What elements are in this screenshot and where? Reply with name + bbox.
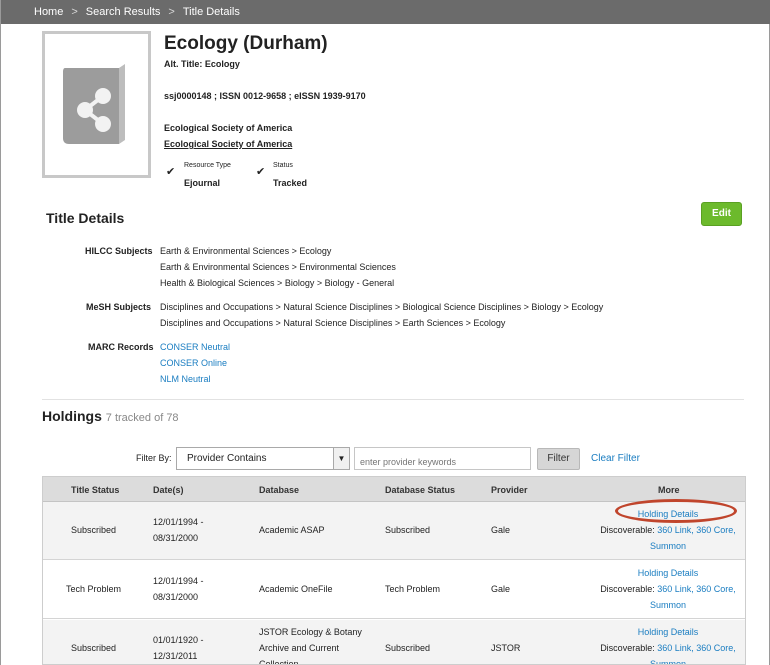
mesh-subject: Disciplines and Occupations > Natural Sc…	[160, 302, 604, 312]
column-header-title-status[interactable]: Title Status	[71, 485, 119, 495]
marc-records-label: MARC Records	[88, 342, 154, 352]
breadcrumb-current: Title Details	[182, 6, 240, 18]
column-header-provider[interactable]: Provider	[491, 485, 528, 495]
column-header-more: More	[658, 485, 680, 495]
date-to-cell: 12/31/2011	[153, 651, 198, 661]
hilcc-subject: Earth & Environmental Sciences > Ecology	[160, 246, 332, 256]
journal-book-share-icon	[63, 64, 125, 144]
discoverable-line: Discoverable: 360 Link, 360 Core,	[593, 522, 743, 538]
holding-details-link[interactable]: Holding Details	[593, 624, 743, 640]
resource-type-label: Resource Type	[184, 162, 231, 169]
title-status-cell: Subscribed	[71, 525, 117, 535]
date-from-cell: 12/01/1994 -	[153, 576, 204, 586]
database-link[interactable]: JSTOR Ecology & Botany	[259, 624, 362, 640]
holdings-heading: Holdings 7 tracked of 78	[42, 408, 179, 424]
table-row: Subscribed 01/01/1920 - 12/31/2011 JSTOR…	[43, 620, 745, 664]
resource-type-value: Ejournal	[184, 178, 221, 188]
marc-record-link[interactable]: NLM Neutral	[160, 374, 211, 384]
filter-button[interactable]: Filter	[537, 448, 580, 470]
discoverable-label: Discoverable:	[600, 584, 655, 594]
mesh-subject: Disciplines and Occupations > Natural Sc…	[160, 318, 506, 328]
discoverable-line: Discoverable: 360 Link, 360 Core,	[593, 581, 743, 597]
column-header-database[interactable]: Database	[259, 485, 299, 495]
database-link[interactable]: Academic ASAP	[259, 522, 325, 538]
column-header-database-status[interactable]: Database Status	[385, 485, 455, 495]
provider-link[interactable]: Gale	[491, 581, 510, 597]
date-to-cell: 08/31/2000	[153, 592, 199, 602]
column-header-dates[interactable]: Date(s)	[153, 485, 184, 495]
resource-type-check-icon: ✔	[166, 166, 176, 178]
holdings-count: 7 tracked of 78	[105, 412, 179, 424]
provider-keyword-input[interactable]	[354, 447, 531, 470]
database-link[interactable]: Academic OneFile	[259, 581, 333, 597]
publisher: Ecological Society of America	[164, 123, 293, 133]
status-value: Tracked	[273, 178, 308, 188]
filter-type-select[interactable]: Provider Contains ▼	[176, 447, 350, 470]
marc-record-link[interactable]: CONSER Neutral	[160, 342, 230, 352]
discoverable-label: Discoverable:	[600, 643, 655, 653]
breadcrumb-home[interactable]: Home	[34, 6, 63, 18]
breadcrumb-search-results[interactable]: Search Results	[86, 6, 161, 18]
discoverable-label: Discoverable:	[600, 525, 655, 535]
database-status-cell: Subscribed	[385, 643, 431, 653]
hilcc-subject: Health & Biological Sciences > Biology >…	[160, 278, 395, 288]
database-link-line2[interactable]: Archive and Current	[259, 640, 339, 656]
database-status-cell: Tech Problem	[385, 584, 441, 594]
breadcrumb-separator: >	[71, 6, 78, 18]
holdings-title: Holdings	[42, 408, 102, 424]
discoverable-links[interactable]: 360 Link, 360 Core,	[657, 525, 736, 535]
title-status-cell: Tech Problem	[66, 584, 122, 594]
discoverable-summon-link[interactable]: Summon	[593, 597, 743, 613]
filter-by-label: Filter By:	[136, 453, 172, 463]
hilcc-subjects-label: HILCC Subjects	[85, 246, 153, 256]
identifiers: ssj0000148 ; ISSN 0012-9658 ; eISSN 1939…	[164, 91, 366, 101]
filter-type-value: Provider Contains	[187, 453, 267, 464]
clear-filter-link[interactable]: Clear Filter	[591, 453, 640, 464]
provider-link[interactable]: Gale	[491, 522, 510, 538]
status-check-icon: ✔	[256, 166, 266, 178]
discoverable-links[interactable]: 360 Link, 360 Core,	[657, 643, 736, 653]
alt-title: Alt. Title: Ecology	[164, 59, 240, 69]
table-row: Tech Problem 12/01/1994 - 08/31/2000 Aca…	[43, 561, 745, 619]
highlight-annotation-oval	[615, 499, 737, 523]
title-details-heading: Title Details	[46, 210, 125, 226]
marc-record-link[interactable]: CONSER Online	[160, 358, 227, 368]
page-title: Ecology (Durham)	[164, 33, 328, 54]
database-link-line3[interactable]: Collection	[259, 656, 299, 664]
database-status-cell: Subscribed	[385, 525, 431, 535]
date-from-cell: 01/01/1920 -	[153, 635, 204, 645]
chevron-down-icon[interactable]: ▼	[333, 448, 349, 469]
date-to-cell: 08/31/2000	[153, 533, 199, 543]
status-label: Status	[273, 162, 293, 169]
journal-thumbnail	[42, 31, 151, 178]
discoverable-links[interactable]: 360 Link, 360 Core,	[657, 584, 736, 594]
breadcrumb-separator: >	[168, 6, 175, 18]
mesh-subjects-label: MeSH Subjects	[86, 302, 152, 312]
discoverable-summon-link[interactable]: Summon	[593, 538, 743, 554]
holding-details-link[interactable]: Holding Details	[593, 565, 743, 581]
breadcrumb: Home > Search Results > Title Details	[34, 6, 240, 18]
discoverable-summon-link[interactable]: Summon	[593, 656, 743, 664]
publisher-link[interactable]: Ecological Society of America	[164, 139, 292, 149]
breadcrumb-bar: Home > Search Results > Title Details	[1, 0, 770, 24]
table-header: Title Status Date(s) Database Database S…	[43, 477, 745, 502]
title-status-cell: Subscribed	[71, 643, 117, 653]
section-divider	[42, 399, 744, 400]
page-frame: Home > Search Results > Title Details Ecolog…	[0, 0, 770, 665]
provider-link[interactable]: JSTOR	[491, 640, 520, 656]
discoverable-line: Discoverable: 360 Link, 360 Core,	[593, 640, 743, 656]
date-from-cell: 12/01/1994 -	[153, 517, 204, 527]
hilcc-subject: Earth & Environmental Sciences > Environ…	[160, 262, 396, 272]
edit-button[interactable]: Edit	[701, 202, 742, 226]
